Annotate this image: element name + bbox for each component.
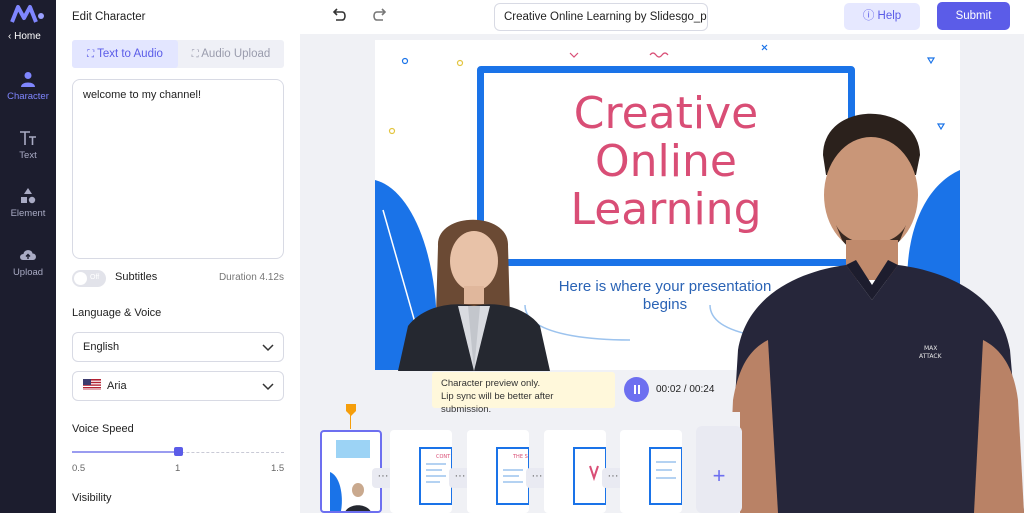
text-icon bbox=[20, 131, 36, 145]
visibility-label: Visibility bbox=[72, 492, 112, 504]
tab-label: Text to Audio bbox=[97, 48, 163, 60]
tooltip-line: Character preview only. bbox=[441, 378, 541, 389]
left-nav: ‹ Home Character Text Element Upload bbox=[0, 0, 56, 513]
duration-text: Duration 4.12s bbox=[218, 272, 284, 283]
language-value: English bbox=[83, 341, 120, 353]
shirt-logo-text: MAX bbox=[924, 345, 937, 352]
undo-icon[interactable] bbox=[331, 7, 349, 25]
shirt-logo-text: ATTACK bbox=[919, 353, 943, 360]
voice-speed-label: Voice Speed bbox=[72, 423, 134, 435]
home-label: Home bbox=[14, 31, 41, 42]
nav-item-character[interactable]: Character bbox=[0, 70, 56, 102]
scene-thumbnail-5[interactable] bbox=[620, 430, 682, 513]
text-audio-icon: ⛶ bbox=[87, 49, 95, 60]
playhead-marker-icon[interactable] bbox=[345, 404, 357, 416]
nav-label-text: Text bbox=[19, 150, 37, 161]
person-icon bbox=[21, 72, 35, 87]
nav-item-text[interactable]: Text bbox=[0, 129, 56, 161]
nav-label-character: Character bbox=[7, 91, 49, 102]
home-link[interactable]: ‹ Home bbox=[8, 31, 41, 42]
scene-preview bbox=[573, 447, 606, 505]
subtitles-toggle[interactable]: Off bbox=[72, 270, 106, 287]
male-avatar[interactable]: MAX ATTACK bbox=[728, 100, 1024, 513]
help-label: Help bbox=[877, 10, 902, 22]
project-title-input[interactable]: Creative Online Learning by Slidesgo_p bbox=[494, 3, 708, 31]
scene-preview: THE S bbox=[496, 447, 529, 505]
toggle-knob bbox=[74, 272, 87, 285]
female-avatar[interactable] bbox=[398, 206, 550, 371]
thumb-label: CONT bbox=[436, 454, 451, 460]
playback-time: 00:02 / 00:24 bbox=[656, 384, 715, 395]
voice-value: Aria bbox=[107, 380, 127, 392]
chevron-down-icon bbox=[262, 383, 274, 391]
language-voice-label: Language & Voice bbox=[72, 307, 162, 319]
tab-audio-upload[interactable]: ⛶ Audio Upload bbox=[178, 40, 284, 68]
voice-speed-thumb[interactable] bbox=[174, 447, 183, 456]
chevron-down-icon bbox=[262, 344, 274, 352]
audio-source-tabs: ⛶ Text to Audio ⛶ Audio Upload bbox=[72, 40, 284, 68]
thumb-label: THE S bbox=[512, 454, 528, 460]
scene-preview bbox=[649, 447, 682, 505]
voice-select[interactable]: Aria bbox=[72, 371, 284, 401]
speed-tick-mid: 1 bbox=[175, 463, 181, 474]
subtitles-label: Subtitles bbox=[115, 271, 158, 283]
language-select[interactable]: English bbox=[72, 332, 284, 362]
tab-label: Audio Upload bbox=[201, 48, 271, 60]
voice-speed-fill bbox=[72, 451, 176, 453]
top-toolbar: Creative Online Learning by Slidesgo_p ⓘ… bbox=[300, 0, 1024, 34]
cloud-upload-icon bbox=[20, 250, 36, 260]
nav-item-element[interactable]: Element bbox=[0, 187, 56, 219]
pause-icon bbox=[638, 385, 640, 394]
scene-thumbnail-4[interactable] bbox=[544, 430, 606, 513]
preview-tooltip: Character preview only. Lip sync will be… bbox=[432, 372, 615, 415]
edit-character-panel: Edit Character ⛶ Text to Audio ⛶ Audio U… bbox=[56, 0, 300, 513]
submit-button[interactable]: Submit bbox=[937, 2, 1010, 30]
script-textarea[interactable]: welcome to my channel! bbox=[72, 79, 284, 259]
speed-tick-min: 0.5 bbox=[72, 463, 86, 474]
nav-label-upload: Upload bbox=[12, 267, 44, 278]
speed-tick-max: 1.5 bbox=[271, 463, 285, 474]
app-logo-icon bbox=[10, 5, 44, 23]
shapes-icon bbox=[21, 188, 36, 204]
nav-label-element: Element bbox=[10, 208, 46, 219]
scene-thumbnail-2[interactable]: CONT bbox=[390, 430, 452, 513]
pause-button[interactable] bbox=[624, 377, 649, 402]
scene-preview: CONT bbox=[419, 447, 452, 505]
playhead-line bbox=[350, 415, 351, 429]
tab-text-to-audio[interactable]: ⛶ Text to Audio bbox=[72, 40, 178, 68]
help-button[interactable]: ⓘ Help bbox=[844, 3, 920, 30]
add-scene-button[interactable]: + bbox=[696, 426, 742, 513]
nav-item-upload[interactable]: Upload bbox=[0, 246, 56, 278]
toggle-state: Off bbox=[90, 274, 100, 281]
us-flag-icon bbox=[83, 379, 101, 390]
pause-icon bbox=[634, 385, 636, 394]
scene-thumbnail-3[interactable]: THE S bbox=[467, 430, 529, 513]
help-icon: ⓘ bbox=[862, 10, 875, 22]
audio-upload-icon: ⛶ bbox=[191, 49, 199, 60]
panel-title: Edit Character bbox=[72, 11, 146, 23]
redo-icon[interactable] bbox=[370, 7, 388, 25]
